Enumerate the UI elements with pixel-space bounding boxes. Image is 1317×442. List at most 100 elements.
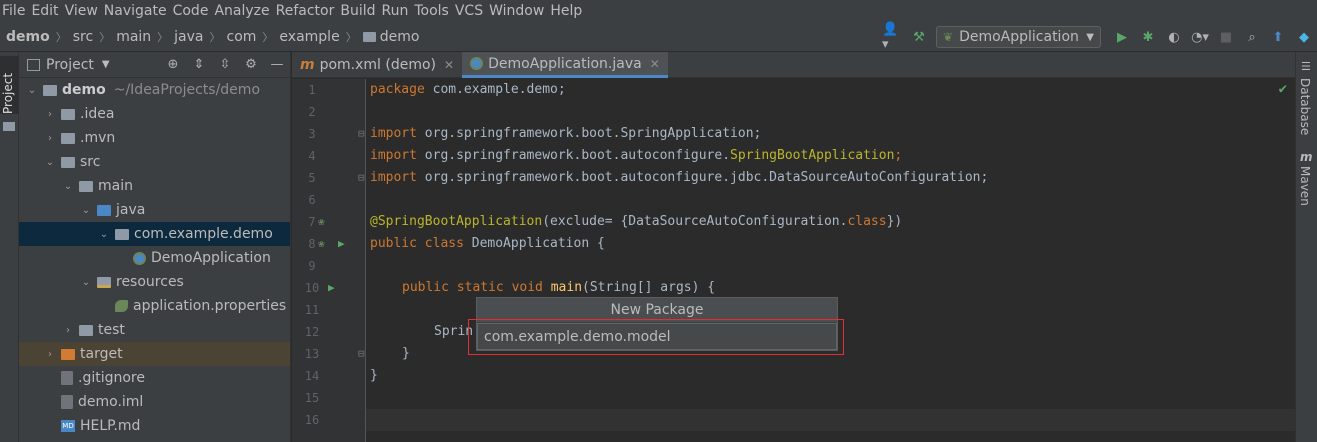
settings-gear-icon[interactable]: ⚙ (238, 57, 264, 72)
tree-item-src[interactable]: ⌄ src (19, 150, 290, 174)
project-tool-tab[interactable]: Project (0, 56, 19, 131)
fold-icon[interactable]: ⊟ (358, 123, 365, 145)
line-number: 5 (308, 171, 316, 185)
menu-build[interactable]: Build (340, 3, 381, 19)
menu-window[interactable]: Window (489, 3, 550, 19)
run-gutter-icon[interactable]: ▶ (328, 277, 335, 299)
menu-run[interactable]: Run (382, 3, 415, 19)
menu-navigate[interactable]: Navigate (104, 3, 173, 19)
tree-item-target[interactable]: › target (19, 342, 290, 366)
project-view-icon (27, 58, 40, 71)
folder-icon (61, 108, 75, 120)
chevron-down-icon[interactable]: ⌄ (79, 277, 93, 288)
coverage-icon[interactable]: ◐ (1163, 26, 1185, 48)
fold-icon[interactable]: ⊟ (358, 167, 365, 189)
tree-item-demo-iml[interactable]: demo.iml (19, 390, 290, 414)
collapse-all-icon[interactable]: ⇳ (212, 57, 238, 72)
database-icon: ☰ (1301, 60, 1311, 73)
maven-tool-tab[interactable]: Maven (1298, 166, 1312, 206)
fold-icon[interactable]: ⊟ (358, 343, 365, 365)
tree-item-mvn[interactable]: › .mvn (19, 126, 290, 150)
tree-item-demoapplication[interactable]: DemoApplication (19, 246, 290, 270)
chevron-right-icon[interactable]: › (43, 133, 57, 144)
locate-file-icon[interactable]: ⊕ (160, 57, 186, 72)
update-icon[interactable]: ⬆ (1267, 26, 1289, 48)
run-gutter-icon[interactable]: ▶ (338, 233, 345, 255)
breadcrumb-item-demo[interactable]: demo (6, 29, 50, 45)
user-account-icon[interactable]: 👤▾ (882, 22, 904, 52)
menu-view[interactable]: View (65, 3, 104, 19)
breadcrumb-separator-icon: 〉 (99, 30, 111, 44)
breadcrumb-item-src[interactable]: src (73, 29, 93, 45)
tree-item-application-properties[interactable]: application.properties (19, 294, 290, 318)
tree-item-help-md[interactable]: MD HELP.md (19, 414, 290, 438)
tab-pom-xml[interactable]: m pom.xml (demo) ✕ (292, 52, 462, 78)
code-line: import org.springframework.boot.SpringAp… (370, 126, 762, 141)
build-hammer-icon[interactable]: ⚒ (908, 26, 930, 48)
tab-demoapplication-java[interactable]: DemoApplication.java ✕ (462, 52, 668, 78)
excluded-folder-icon (61, 348, 75, 360)
editor-gutter[interactable]: 1 2 3 4 5 6 7 8 9 10 11 12 13 14 15 16 ❀… (292, 79, 366, 442)
chevron-down-icon[interactable]: ⌄ (79, 205, 93, 216)
line-number: 15 (304, 391, 320, 405)
chevron-down-icon[interactable]: ⌄ (43, 157, 57, 168)
menu-vcs[interactable]: VCS (455, 3, 489, 19)
tab-label: DemoApplication.java (488, 55, 642, 72)
stop-icon[interactable]: ■ (1215, 26, 1237, 48)
breadcrumb-item-demo-package[interactable]: demo (380, 29, 420, 45)
menu-refactor[interactable]: Refactor (276, 3, 341, 19)
toolbox-icon[interactable]: ◆ (1293, 26, 1315, 48)
breadcrumb-item-example[interactable]: example (279, 29, 339, 45)
menu-tools[interactable]: Tools (414, 3, 455, 19)
database-tool-tab[interactable]: Database (1298, 78, 1312, 135)
code-line: import org.springframework.boot.autoconf… (370, 148, 903, 163)
chevron-right-icon[interactable]: › (43, 109, 57, 120)
tree-item-com-example-demo[interactable]: ⌄ com.example.demo (19, 222, 290, 246)
tree-item-demo[interactable]: ⌄ demo ~/IdeaProjects/demo (19, 78, 290, 102)
run-icon[interactable]: ▶ (1111, 26, 1133, 48)
tree-item-gitignore[interactable]: .gitignore (19, 366, 290, 390)
menu-file[interactable]: File (2, 3, 31, 19)
menu-code[interactable]: Code (173, 3, 215, 19)
editor-tab-bar: m pom.xml (demo) ✕ DemoApplication.java … (292, 52, 1295, 78)
debug-icon[interactable]: ✱ (1137, 26, 1159, 48)
toolbar: 👤▾ ⚒ ❦ DemoApplication ▼ ▶ ✱ ◐ ◔▾ ■ ⌕ ⬆ … (880, 22, 1317, 52)
project-tool-tab-label: Project (1, 72, 15, 114)
tree-item-label: target (80, 346, 123, 362)
project-view-selector[interactable]: Project ▼ (27, 57, 110, 73)
menu-edit[interactable]: Edit (31, 3, 64, 19)
close-icon[interactable]: ✕ (444, 58, 454, 72)
spring-bean-gutter-icon[interactable]: ❀ (318, 211, 325, 233)
tree-item-resources[interactable]: ⌄ resources (19, 270, 290, 294)
hide-panel-icon[interactable]: — (264, 57, 290, 72)
menu-help[interactable]: Help (550, 3, 588, 19)
line-number: 3 (308, 127, 316, 141)
tree-item-java[interactable]: ⌄ java (19, 198, 290, 222)
tree-item-idea[interactable]: › .idea (19, 102, 290, 126)
search-icon[interactable]: ⌕ (1241, 26, 1263, 48)
spring-bean-gutter-icon[interactable]: ❀ (318, 233, 325, 255)
close-icon[interactable]: ✕ (650, 57, 660, 71)
chevron-down-icon[interactable]: ⌄ (25, 85, 39, 96)
tree-item-test[interactable]: › test (19, 318, 290, 342)
tree-item-path-hint: ~/IdeaProjects/demo (113, 82, 261, 98)
tree-item-label: .gitignore (78, 370, 145, 386)
code-line: } (370, 368, 378, 383)
chevron-down-icon[interactable]: ⌄ (61, 181, 75, 192)
breadcrumb-item-com[interactable]: com (227, 29, 257, 45)
maven-icon: m (1300, 150, 1313, 164)
line-number: 14 (304, 369, 320, 383)
chevron-right-icon[interactable]: › (43, 349, 57, 360)
tree-item-main[interactable]: ⌄ main (19, 174, 290, 198)
chevron-right-icon[interactable]: › (61, 325, 75, 336)
menu-analyze[interactable]: Analyze (214, 3, 275, 19)
breadcrumb-item-java[interactable]: java (174, 29, 203, 45)
chevron-down-icon[interactable]: ⌄ (97, 229, 111, 240)
markdown-file-icon: MD (61, 420, 75, 432)
folder-icon (79, 324, 93, 336)
profile-icon[interactable]: ◔▾ (1189, 26, 1211, 48)
breadcrumb-item-main[interactable]: main (116, 29, 151, 45)
run-configuration-dropdown[interactable]: ❦ DemoApplication ▼ (936, 26, 1101, 48)
expand-all-icon[interactable]: ⇕ (186, 57, 212, 72)
code-editor[interactable]: 1 2 3 4 5 6 7 8 9 10 11 12 13 14 15 16 ❀… (292, 79, 1295, 442)
